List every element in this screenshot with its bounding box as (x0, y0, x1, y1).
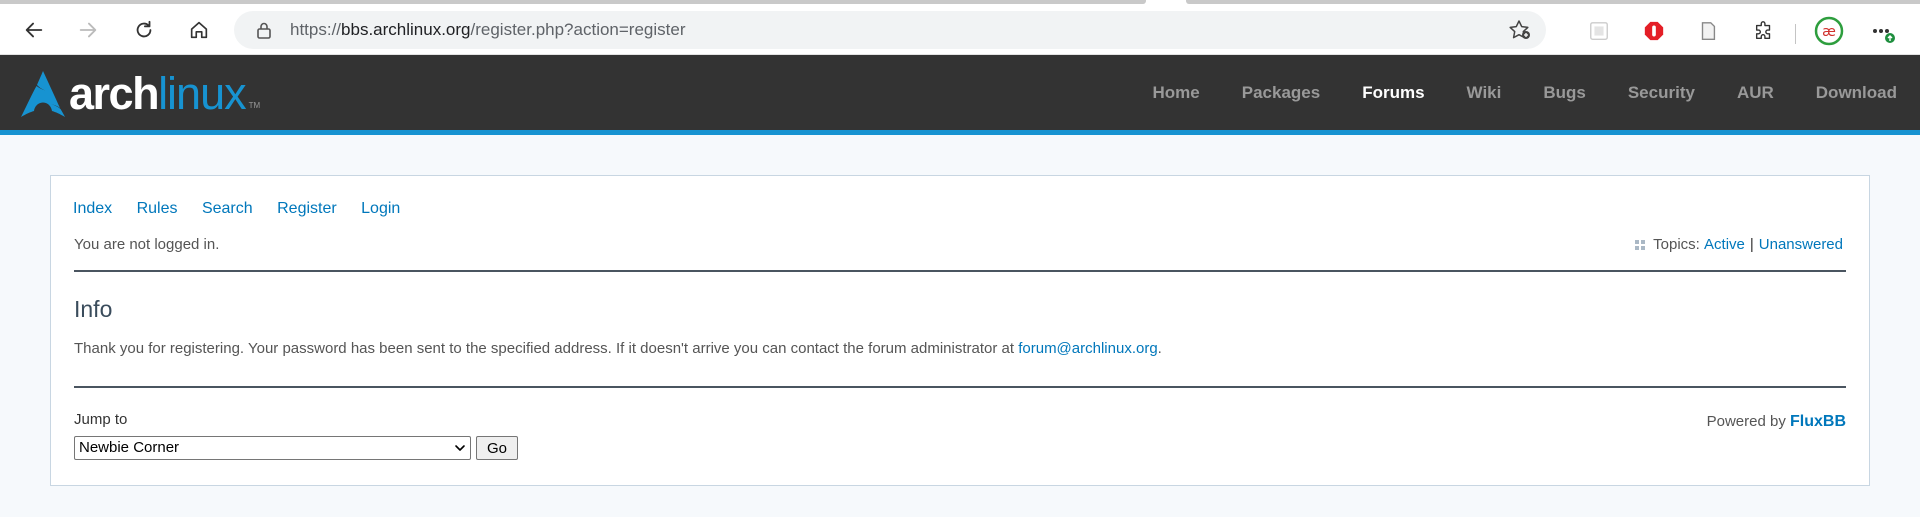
lock-icon (257, 22, 271, 39)
nav-download[interactable]: Download (1816, 83, 1897, 103)
home-icon (190, 21, 208, 39)
jump-to-select[interactable]: Newbie Corner (74, 436, 471, 460)
home-button[interactable] (181, 12, 217, 48)
forward-button[interactable] (70, 12, 106, 48)
nav-home[interactable]: Home (1153, 83, 1200, 103)
site-nav: Home Packages Forums Wiki Bugs Security … (1111, 55, 1897, 130)
nav-packages[interactable]: Packages (1242, 83, 1320, 103)
logo-trademark: TM (248, 101, 261, 110)
svg-text:æ: æ (1822, 24, 1836, 40)
forum-nav: Index Rules Search Register Login (73, 200, 420, 218)
info-message: Thank you for registering. Your password… (74, 340, 1162, 357)
nav-security[interactable]: Security (1628, 83, 1695, 103)
divider (74, 270, 1846, 272)
url-path: /register.php?action=register (470, 20, 686, 39)
powered-by-text: Powered by (1706, 413, 1786, 430)
extensions-puzzle-icon[interactable] (1751, 18, 1777, 44)
forward-arrow-icon (79, 22, 97, 38)
topics-active-link[interactable]: Active (1704, 236, 1745, 253)
nav-bugs[interactable]: Bugs (1543, 83, 1586, 103)
topics-separator: | (1749, 236, 1754, 253)
add-favorite-icon[interactable] (1508, 19, 1532, 41)
forum-link-register[interactable]: Register (277, 200, 337, 217)
extension-collections-icon[interactable] (1586, 18, 1612, 44)
powered-by: Powered by FluxBB (1707, 413, 1846, 431)
info-heading: Info (74, 296, 113, 322)
topics-label: Topics: (1653, 236, 1700, 253)
forum-link-rules[interactable]: Rules (137, 200, 178, 217)
back-button[interactable] (16, 12, 52, 48)
jump-to-selected: Newbie Corner (79, 439, 180, 456)
address-bar[interactable]: https://bbs.archlinux.org/register.php?a… (234, 11, 1546, 49)
topics-unanswered-link[interactable]: Unanswered (1759, 236, 1843, 253)
url-text[interactable]: https://bbs.archlinux.org/register.php?a… (290, 20, 686, 40)
arch-logo-icon (21, 71, 65, 117)
url-prefix: https:// (290, 20, 342, 39)
forum-link-index[interactable]: Index (73, 200, 112, 217)
forum-panel: Index Rules Search Register Login You ar… (50, 175, 1870, 486)
tab-indicator (0, 0, 1146, 4)
toolbar-divider (1795, 24, 1796, 44)
nav-wiki[interactable]: Wiki (1467, 83, 1502, 103)
url-host: bbs.archlinux.org (341, 20, 471, 39)
forum-link-login[interactable]: Login (361, 200, 400, 217)
jump-to-label: Jump to (74, 411, 128, 428)
logo-arch-text: arch (69, 68, 160, 119)
forum-link-search[interactable]: Search (202, 200, 253, 217)
info-text: Thank you for registering. Your password… (74, 340, 1015, 357)
fluxbb-link[interactable]: FluxBB (1790, 413, 1846, 430)
site-header: arch linux TM Home Packages Forums Wiki Bu… (0, 55, 1920, 135)
divider (74, 386, 1846, 388)
chevron-down-icon (455, 445, 465, 451)
admin-email-link[interactable]: forum@archlinux.org (1018, 340, 1157, 357)
tab-indicator-secondary (1186, 0, 1920, 4)
nav-aur[interactable]: AUR (1737, 83, 1774, 103)
reload-button[interactable] (126, 12, 162, 48)
reload-icon (136, 20, 152, 38)
info-period: . (1157, 340, 1162, 357)
logo-linux-text: linux (158, 68, 247, 119)
go-button[interactable]: Go (476, 436, 518, 460)
extension-adblock-icon[interactable] (1641, 18, 1667, 44)
topics-grid-icon (1635, 239, 1646, 250)
browser-toolbar: https://bbs.archlinux.org/register.php?a… (0, 6, 1920, 55)
topics-links: Topics: Active | Unanswered (1635, 236, 1843, 253)
archlinux-logo[interactable]: arch linux TM (19, 68, 260, 118)
extension-document-icon[interactable] (1695, 18, 1721, 44)
login-status: You are not logged in. (74, 236, 220, 253)
nav-forums[interactable]: Forums (1362, 83, 1424, 103)
settings-menu-icon[interactable] (1870, 18, 1896, 44)
back-arrow-icon (25, 22, 43, 38)
profile-avatar[interactable]: æ (1814, 16, 1844, 46)
